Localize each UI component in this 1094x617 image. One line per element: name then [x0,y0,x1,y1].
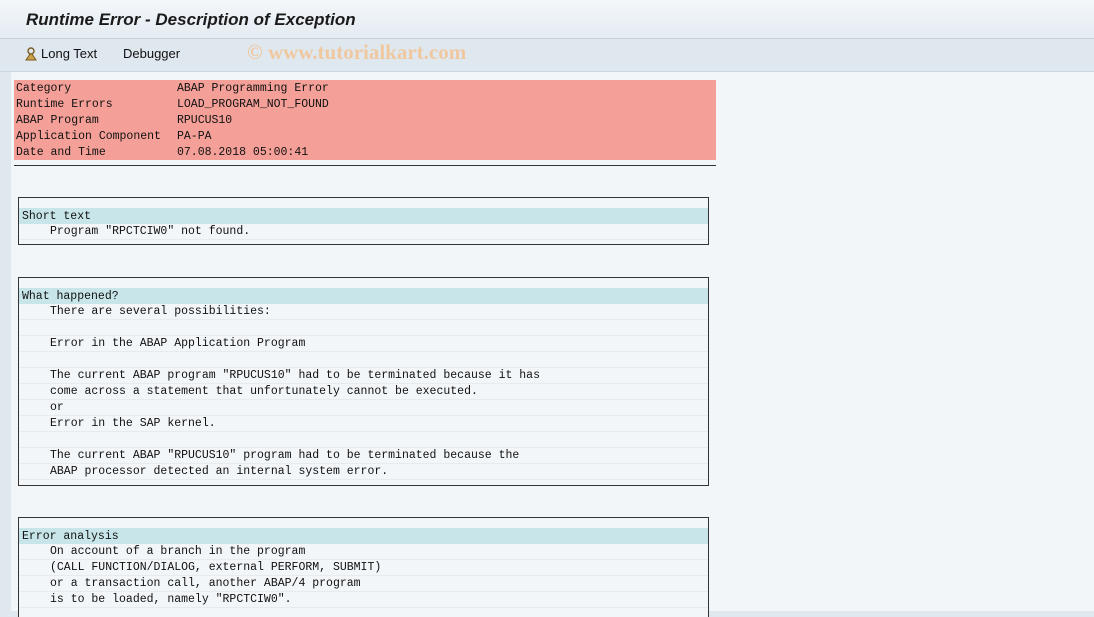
section-heading: Short text [19,208,708,224]
header-row: Runtime Errors LOAD_PROGRAM_NOT_FOUND [14,96,716,112]
header-value: LOAD_PROGRAM_NOT_FOUND [177,97,329,111]
long-text-button[interactable]: Long Text [24,46,97,61]
long-text-icon [25,46,37,60]
section-line [19,432,708,448]
error-content: Category ABAP Programming Error Runtime … [11,72,1094,617]
section-line: or [19,400,708,416]
title-bar: Runtime Error - Description of Exception [0,0,1094,39]
section-heading: What happened? [19,288,708,304]
section-line: (CALL FUNCTION/DIALOG, external PERFORM,… [19,560,708,576]
header-value: 07.08.2018 05:00:41 [177,145,309,159]
section-line: or a transaction call, another ABAP/4 pr… [19,576,708,592]
header-value: ABAP Programming Error [177,81,329,95]
what-happened-section: What happened? There are several possibi… [18,277,709,486]
debugger-button[interactable]: Debugger [123,46,180,61]
header-value: PA-PA [177,129,212,143]
header-row: Application Component PA-PA [14,128,716,144]
section-line: The current ABAP "RPUCUS10" program had … [19,448,708,464]
section-line: ABAP processor detected an internal syst… [19,464,708,480]
debugger-label: Debugger [123,46,181,61]
header-key: Date and Time [16,145,106,159]
section-line: There are several possibilities: [19,304,708,320]
header-row: ABAP Program RPUCUS10 [14,112,716,128]
header-key: Application Component [16,129,161,143]
short-text-section: Short text Program "RPCTCIW0" not found. [18,197,709,245]
watermark: © www.tutorialkart.com [247,40,467,64]
section-line: On account of a branch in the program [19,544,708,560]
section-heading: Error analysis [19,528,708,544]
section-line [19,320,708,336]
section-line: is to be loaded, namely "RPCTCIW0". [19,592,708,608]
header-value: RPUCUS10 [177,113,233,127]
section-line: The current ABAP program "RPUCUS10" had … [19,368,708,384]
application-toolbar: Long Text Debugger © www.tutorialkart.co… [0,39,1094,72]
error-header-table: Category ABAP Programming Error Runtime … [14,80,716,160]
header-row: Date and Time 07.08.2018 05:00:41 [14,144,716,160]
error-analysis-section: Error analysis On account of a branch in… [18,517,709,617]
section-line: Error in the SAP kernel. [19,416,708,432]
header-key: Category [16,81,72,95]
header-key: ABAP Program [16,113,99,127]
section-line: Error in the ABAP Application Program [19,336,708,352]
header-key: Runtime Errors [16,97,113,111]
window-title: Runtime Error - Description of Exception [26,10,356,29]
header-divider [14,165,716,166]
header-row: Category ABAP Programming Error [14,80,716,96]
section-line [19,352,708,368]
section-line: come across a statement that unfortunate… [19,384,708,400]
section-line: Program "RPCTCIW0" not found. [19,224,708,240]
long-text-label: Long Text [41,46,98,61]
